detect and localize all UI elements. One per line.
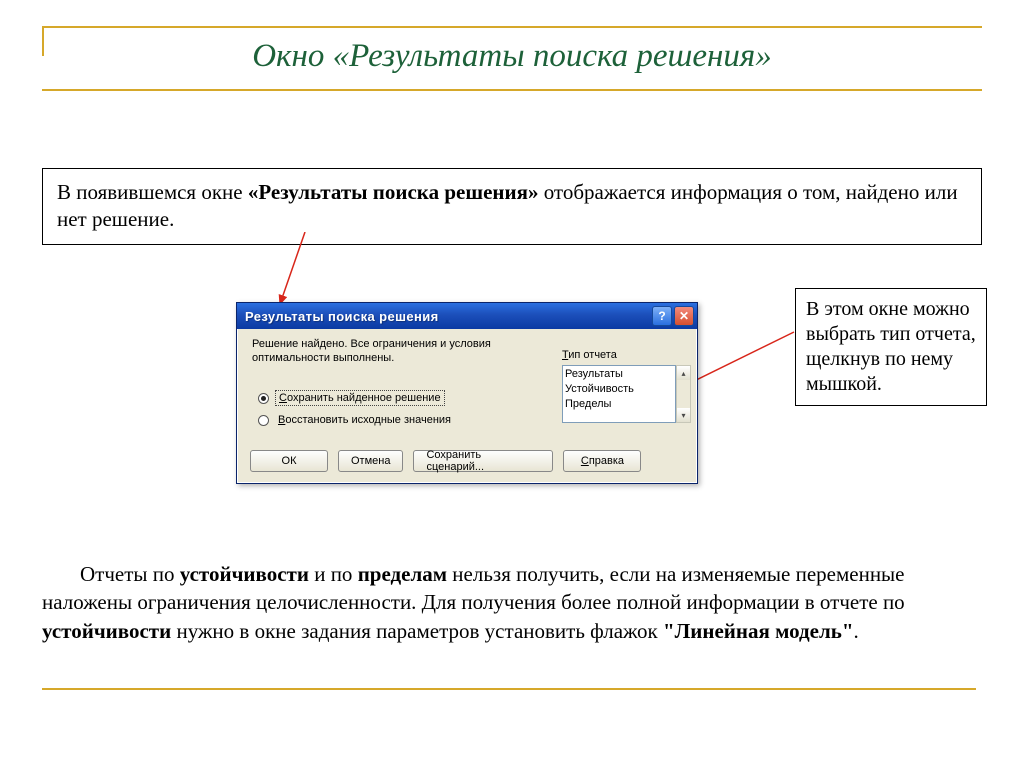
scroll-down-icon[interactable]: ▾	[677, 408, 690, 422]
scroll-up-icon[interactable]: ▴	[677, 366, 690, 380]
list-item[interactable]: Результаты	[565, 367, 673, 382]
slide-title: Окно «Результаты поиска решения»	[42, 38, 982, 75]
button-row: ОК Отмена Сохранить сценарий... Справка	[250, 450, 641, 472]
solver-results-dialog: Результаты поиска решения ? ✕ Решение на…	[236, 302, 698, 484]
title-container: Окно «Результаты поиска решения»	[42, 26, 982, 91]
radio-restore-values[interactable]: Восстановить исходные значения	[258, 409, 454, 431]
radio-icon[interactable]	[258, 393, 269, 404]
close-icon[interactable]: ✕	[674, 306, 694, 326]
help-icon[interactable]: ?	[652, 306, 672, 326]
bottom-divider	[42, 688, 976, 690]
report-type-listbox[interactable]: Результаты Устойчивость Пределы	[562, 365, 676, 423]
title-corner-accent	[42, 26, 72, 56]
cancel-button[interactable]: Отмена	[338, 450, 403, 472]
radio-icon[interactable]	[258, 415, 269, 426]
side-note-box: В этом окне можно выбрать тип отчета, ще…	[795, 288, 987, 406]
dialog-titlebar[interactable]: Результаты поиска решения ? ✕	[237, 303, 697, 329]
dialog-title-text: Результаты поиска решения	[245, 309, 650, 324]
radio-label: Восстановить исходные значения	[275, 413, 454, 427]
side-note-text: В этом окне можно выбрать тип отчета, ще…	[806, 298, 976, 395]
report-type-label: Тип отчета	[562, 349, 617, 361]
intro-bold: «Результаты поиска решения»	[248, 180, 539, 204]
intro-pre: В появившемся окне	[57, 180, 248, 204]
radio-label: Сохранить найденное решение	[275, 390, 445, 406]
listbox-scrollbar[interactable]: ▴ ▾	[676, 365, 691, 423]
status-text: Решение найдено. Все ограничения и услов…	[252, 337, 512, 366]
list-item[interactable]: Пределы	[565, 397, 673, 412]
radio-group: Сохранить найденное решение Восстановить…	[258, 387, 454, 431]
save-scenario-button[interactable]: Сохранить сценарий...	[413, 450, 553, 472]
intro-text-box: В появившемся окне «Результаты поиска ре…	[42, 168, 982, 245]
dialog-body: Решение найдено. Все ограничения и услов…	[237, 329, 697, 483]
ok-button[interactable]: ОК	[250, 450, 328, 472]
bottom-paragraph: Отчеты по устойчивости и по пределам нел…	[42, 560, 976, 645]
list-item[interactable]: Устойчивость	[565, 382, 673, 397]
help-button[interactable]: Справка	[563, 450, 641, 472]
radio-keep-solution[interactable]: Сохранить найденное решение	[258, 387, 454, 409]
